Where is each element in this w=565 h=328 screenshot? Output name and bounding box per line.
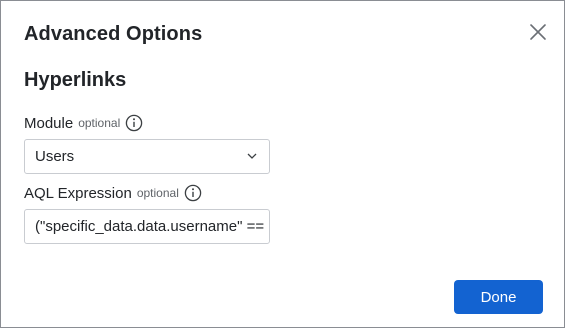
aql-expression-value: ("specific_data.data.username" == bbox=[35, 218, 265, 235]
aql-field-label: AQL Expression optional bbox=[24, 183, 202, 203]
close-icon bbox=[528, 22, 548, 42]
module-select-value: Users bbox=[35, 148, 75, 165]
section-title-hyperlinks: Hyperlinks bbox=[24, 69, 127, 91]
module-optional-tag: optional bbox=[78, 116, 121, 130]
info-icon[interactable] bbox=[184, 184, 202, 202]
aql-expression-input[interactable]: ("specific_data.data.username" == bbox=[24, 209, 270, 244]
aql-label: AQL Expression bbox=[24, 184, 132, 202]
aql-optional-tag: optional bbox=[136, 186, 179, 200]
dialog-title: Advanced Options bbox=[24, 23, 203, 45]
module-label: Module bbox=[24, 114, 74, 132]
module-field-label: Module optional bbox=[24, 113, 143, 133]
advanced-options-dialog: Advanced Options Hyperlinks Module optio… bbox=[0, 0, 565, 328]
info-icon[interactable] bbox=[125, 114, 143, 132]
module-select[interactable]: Users bbox=[24, 139, 270, 174]
done-button[interactable]: Done bbox=[454, 280, 543, 314]
close-button[interactable] bbox=[528, 22, 548, 42]
chevron-down-icon bbox=[247, 152, 257, 160]
